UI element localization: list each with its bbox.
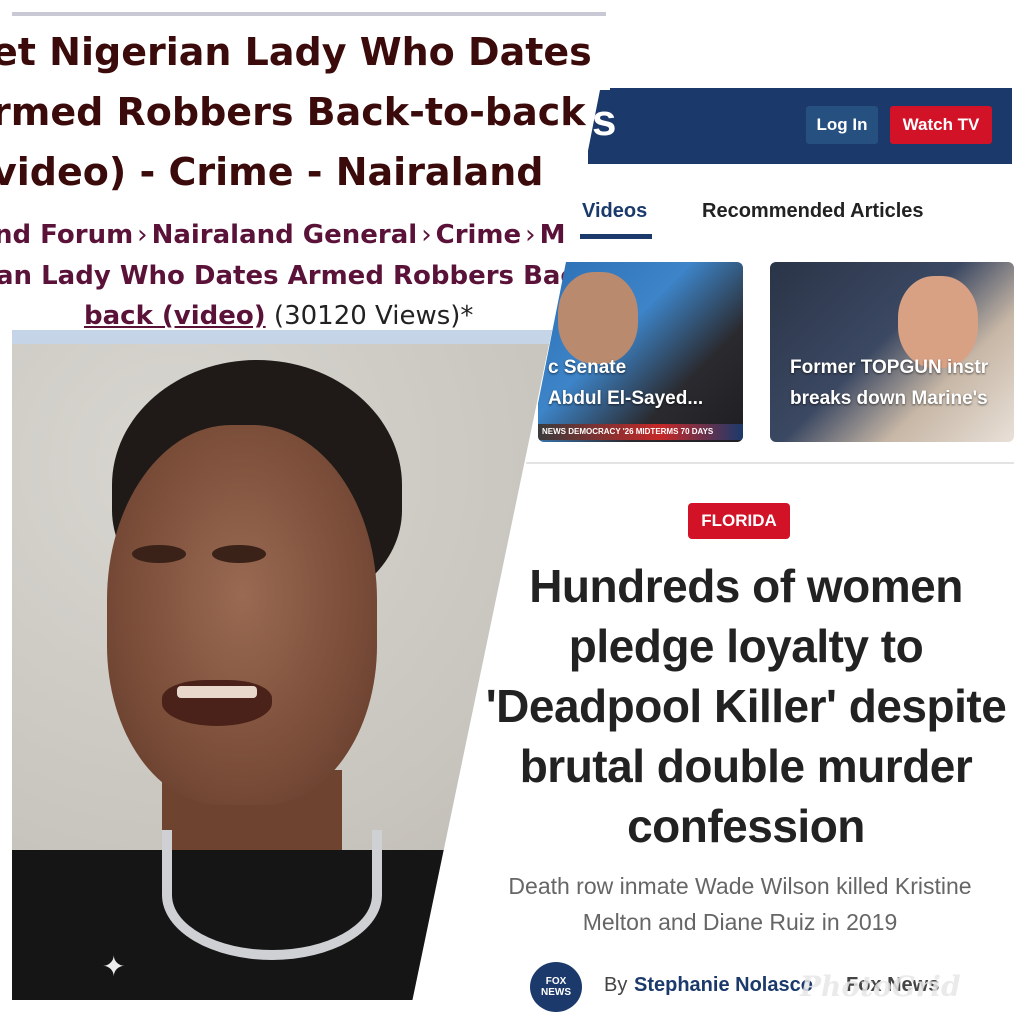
puma-logo-icon: ✦ xyxy=(102,950,126,983)
teeth xyxy=(177,686,257,698)
article-headline: Hundreds of women pledge loyalty to 'Dea… xyxy=(485,560,1007,852)
video-caption-line: breaks down Marine's xyxy=(790,388,988,409)
watch-tv-button[interactable]: Watch TV xyxy=(890,106,992,144)
breadcrumb-forum[interactable]: nd Forum xyxy=(0,220,133,250)
shirt-collar xyxy=(162,830,382,960)
login-button[interactable]: Log In xyxy=(806,106,878,144)
site-header: s Log In Watch TV xyxy=(588,88,1012,164)
left-eye xyxy=(132,545,186,563)
content-tabs: Videos Recommended Articles xyxy=(580,196,1012,246)
breadcrumb-separator: › xyxy=(525,220,536,250)
category-badge[interactable]: FLORIDA xyxy=(688,503,790,539)
breadcrumb-separator: › xyxy=(421,220,432,250)
view-count: (30120 Views)* xyxy=(273,301,474,331)
breadcrumb-general[interactable]: Nairaland General xyxy=(152,220,418,250)
author-link[interactable]: Stephanie Nolasco xyxy=(634,974,813,997)
topic-link[interactable]: back (video) xyxy=(84,301,266,331)
tab-videos[interactable]: Videos xyxy=(582,200,647,223)
video-caption: c Senate Abdul El-Sayed... xyxy=(538,352,743,414)
title-line: rmed Robbers Back-to-back xyxy=(0,90,586,134)
topic-title[interactable]: an Lady Who Dates Armed Robbers Back- xyxy=(0,256,604,296)
breadcrumb-separator: › xyxy=(137,220,148,250)
byline-prefix: By xyxy=(604,974,628,996)
video-caption-line: c Senate xyxy=(548,357,627,378)
breadcrumb-crime[interactable]: Crime xyxy=(436,220,522,250)
title-line: video) - Crime - Nairaland xyxy=(0,150,544,194)
image-border xyxy=(12,330,552,344)
photogrid-watermark: PhotoGrid xyxy=(800,970,961,1003)
video-card[interactable]: c Senate Abdul El-Sayed... NEWS DEMOCRAC… xyxy=(538,262,743,442)
title-line: et Nigerian Lady Who Dates xyxy=(0,30,592,74)
video-thumbnail xyxy=(558,272,638,364)
section-divider xyxy=(510,462,1014,464)
video-caption-line: Former TOPGUN instr xyxy=(790,357,989,378)
video-caption: Former TOPGUN instr breaks down Marine's xyxy=(770,352,1014,414)
author-avatar[interactable]: FOX NEWS xyxy=(530,962,582,1012)
article-subheadline: Death row inmate Wade Wilson killed Kris… xyxy=(508,873,972,935)
tab-recommended-articles[interactable]: Recommended Articles xyxy=(702,200,924,223)
video-caption-line: Abdul El-Sayed... xyxy=(548,388,704,409)
top-rule xyxy=(12,12,606,16)
active-tab-indicator xyxy=(580,234,652,239)
breadcrumb: nd Forum › Nairaland General › Crime › M xyxy=(0,214,594,256)
page-title: et Nigerian Lady Who Dates rmed Robbers … xyxy=(0,22,592,202)
video-card[interactable]: Former TOPGUN instr breaks down Marine's xyxy=(770,262,1014,442)
news-ticker: NEWS DEMOCRACY '26 MIDTERMS 70 DAYS xyxy=(538,424,743,440)
face xyxy=(107,425,377,805)
right-eye xyxy=(212,545,266,563)
breadcrumb-topic[interactable]: M xyxy=(540,220,566,250)
